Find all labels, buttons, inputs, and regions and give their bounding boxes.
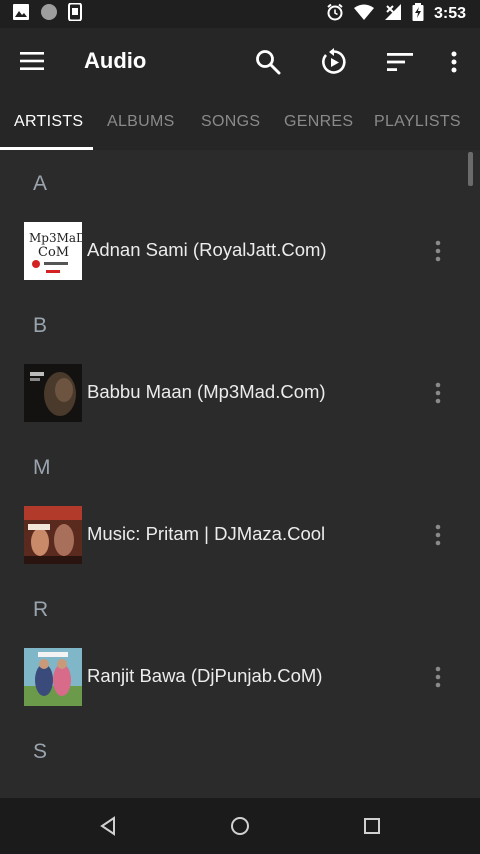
dark-portrait-art (24, 364, 82, 422)
artist-name: Adnan Sami (RoyalJatt.Com) (87, 239, 327, 260)
movie-poster-art (24, 506, 82, 564)
search-icon[interactable] (248, 42, 288, 82)
recents-icon[interactable] (352, 806, 392, 846)
more-vert-icon[interactable] (426, 373, 450, 413)
mp3mad-logo-art: Mp3MaD CoM (24, 222, 82, 280)
tab-playlists[interactable]: PLAYLISTS (374, 94, 461, 150)
status-left-icons (12, 2, 82, 26)
alarm-icon (326, 3, 344, 26)
tab-genres[interactable]: GENRES (284, 94, 353, 150)
resume-icon[interactable] (314, 42, 354, 82)
image-icon (12, 3, 30, 26)
section-header-s: S (33, 740, 48, 763)
system-nav-bar (0, 798, 480, 854)
more-vert-icon[interactable] (426, 231, 450, 271)
signal-off-icon (384, 3, 402, 26)
status-time: 3:53 (433, 5, 466, 22)
more-vert-icon[interactable] (426, 515, 450, 555)
artist-list[interactable]: A Mp3MaD CoM Adnan Sami (RoyalJatt.Com) … (0, 150, 480, 798)
section-header-b: B (33, 314, 48, 337)
menu-icon[interactable] (12, 46, 52, 76)
page-title: Audio (84, 48, 147, 73)
section-header-a: A (33, 172, 48, 195)
svg-text:Mp3MaD: Mp3MaD (29, 231, 82, 245)
sort-icon[interactable] (380, 42, 420, 82)
tab-artists[interactable]: ARTISTS (14, 94, 83, 150)
scrollbar-thumb[interactable] (468, 152, 473, 186)
couple-poster-art (24, 648, 82, 706)
tab-albums[interactable]: ALBUMS (107, 94, 175, 150)
tab-songs[interactable]: SONGS (201, 94, 260, 150)
back-icon[interactable] (88, 806, 128, 846)
status-right-icons: 3:53 (326, 2, 466, 26)
list-item[interactable]: Ranjit Bawa (DjPunjab.CoM) (0, 642, 470, 712)
section-header-m: M (33, 456, 51, 479)
list-item[interactable]: Babbu Maan (Mp3Mad.Com) (0, 358, 470, 428)
list-item[interactable]: Music: Pritam | DJMaza.Cool (0, 500, 470, 570)
more-vert-icon[interactable] (426, 657, 450, 697)
home-icon[interactable] (220, 806, 260, 846)
more-vert-icon[interactable] (434, 42, 474, 82)
list-item[interactable]: Mp3MaD CoM Adnan Sami (RoyalJatt.Com) (0, 216, 470, 286)
artist-name: Ranjit Bawa (DjPunjab.CoM) (87, 665, 323, 686)
status-bar: 3:53 (0, 0, 480, 28)
section-header-r: R (33, 598, 49, 621)
phone-icon (68, 2, 82, 26)
battery-charging-icon (412, 2, 424, 26)
tab-bar: ARTISTS ALBUMS SONGS GENRES PLAYLISTS (0, 94, 480, 150)
wifi-icon (353, 4, 374, 25)
svg-text:CoM: CoM (38, 245, 69, 260)
artist-name: Music: Pritam | DJMaza.Cool (87, 523, 326, 544)
circle-icon (40, 3, 58, 26)
artist-name: Babbu Maan (Mp3Mad.Com) (87, 381, 326, 402)
app-bar: Audio (0, 28, 480, 94)
